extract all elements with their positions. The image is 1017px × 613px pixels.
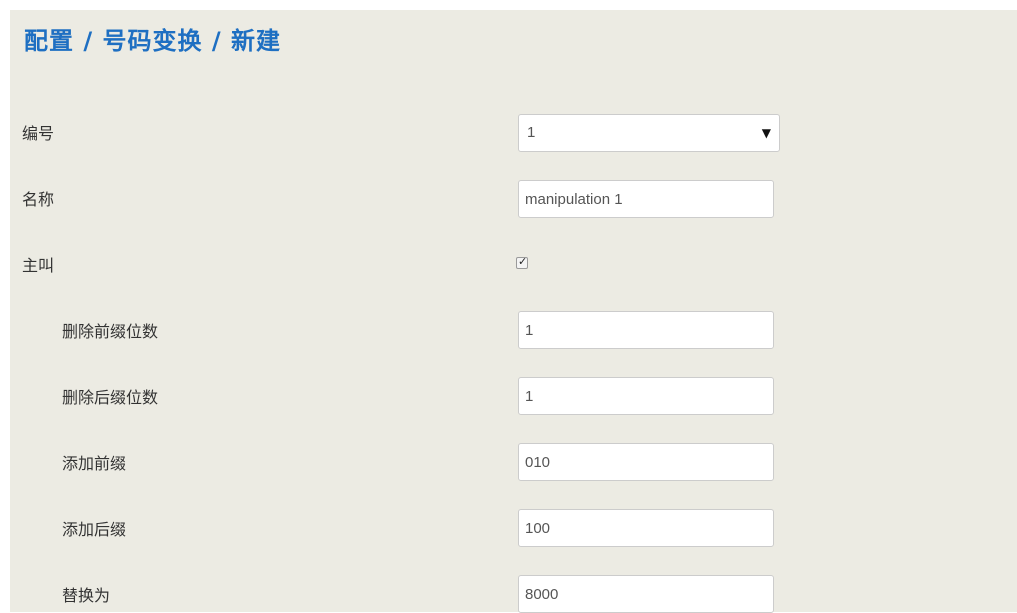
add-suffix-label: 添加后缀: [62, 520, 127, 539]
form-page: 配置 / 号码变换 / 新建 编号 1 ▼ 名称 主叫 ✓ 删除前缀位数 删除后…: [10, 10, 1017, 613]
add-suffix-input[interactable]: [518, 509, 774, 547]
replace-with-label: 替换为: [62, 586, 111, 605]
replace-with-input[interactable]: [518, 575, 774, 613]
number-label: 编号: [22, 124, 55, 143]
caret-down-icon: ▼: [761, 126, 771, 140]
add-prefix-label: 添加前缀: [62, 454, 127, 473]
calling-label: 主叫: [22, 256, 55, 275]
name-input[interactable]: [518, 180, 774, 218]
delete-prefix-digits-label: 删除前缀位数: [62, 322, 159, 341]
page-title: 配置 / 号码变换 / 新建: [24, 27, 281, 55]
delete-suffix-digits-input[interactable]: [518, 377, 774, 415]
add-prefix-input[interactable]: [518, 443, 774, 481]
name-label: 名称: [22, 190, 55, 209]
delete-suffix-digits-label: 删除后缀位数: [62, 388, 159, 407]
calling-checkbox[interactable]: ✓: [516, 255, 528, 269]
number-select[interactable]: 1 ▼: [518, 114, 780, 152]
delete-prefix-digits-input[interactable]: [518, 311, 774, 349]
checkmark-icon: ✓: [518, 255, 528, 268]
number-select-value: 1: [527, 124, 536, 141]
